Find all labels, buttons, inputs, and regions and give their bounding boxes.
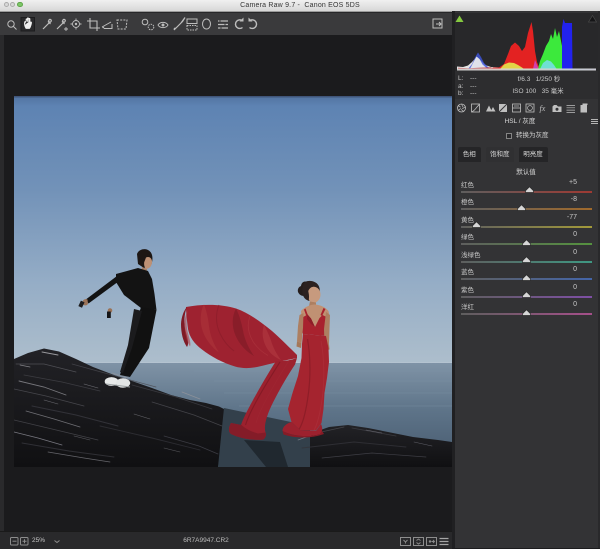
svg-text:fx: fx: [540, 104, 546, 113]
